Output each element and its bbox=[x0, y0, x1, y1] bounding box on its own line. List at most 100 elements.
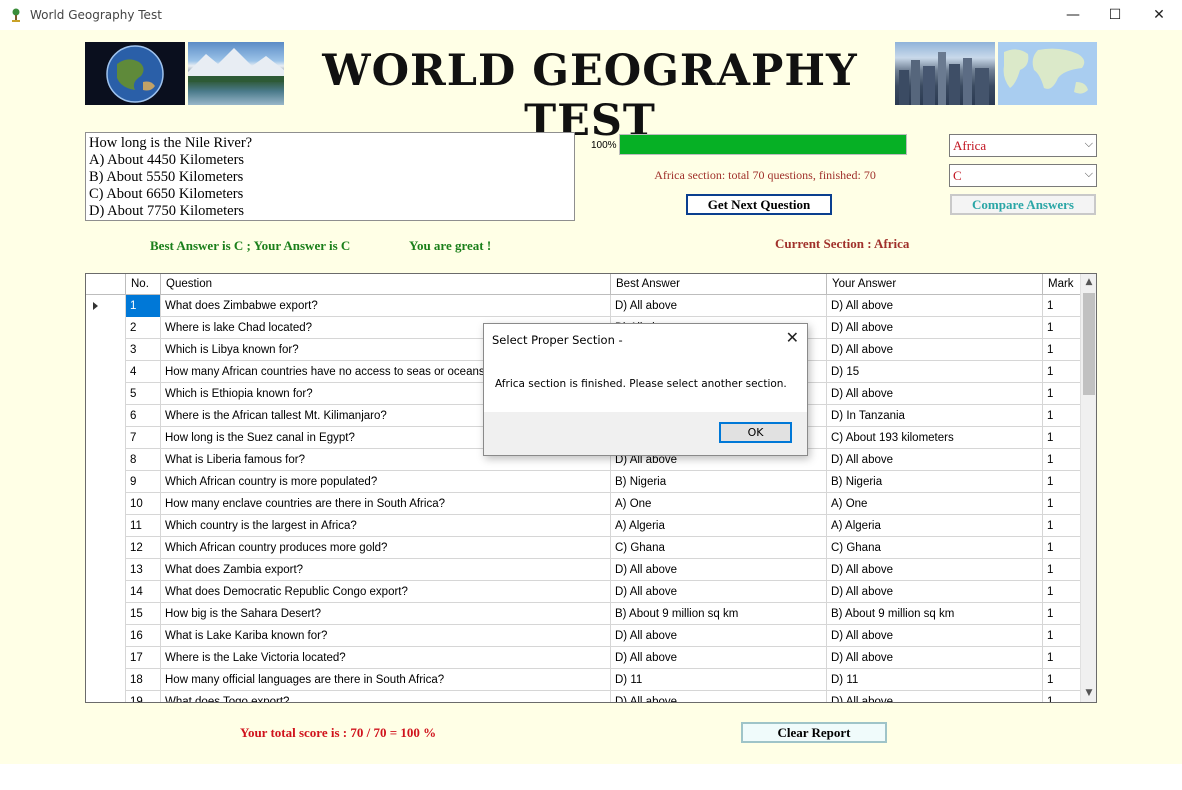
scroll-thumb[interactable] bbox=[1083, 293, 1095, 395]
cell-your-answer[interactable]: C) Ghana bbox=[827, 537, 1043, 559]
cell-no[interactable]: 10 bbox=[126, 493, 161, 515]
cell-mark[interactable]: 1 bbox=[1043, 669, 1081, 691]
row-selector[interactable] bbox=[86, 361, 126, 383]
cell-your-answer[interactable]: D) All above bbox=[827, 691, 1043, 702]
row-selector[interactable] bbox=[86, 471, 126, 493]
cell-your-answer[interactable]: A) Algeria bbox=[827, 515, 1043, 537]
table-row[interactable]: 1 What does Zimbabwe export? D) All above D… bbox=[86, 295, 1081, 317]
cell-mark[interactable]: 1 bbox=[1043, 361, 1081, 383]
table-row[interactable]: 16 What is Lake Kariba known for? D) All a… bbox=[86, 625, 1081, 647]
row-selector[interactable] bbox=[86, 603, 126, 625]
column-header-question[interactable]: Question bbox=[161, 274, 611, 295]
dialog-close-icon[interactable]: ✕ bbox=[786, 328, 799, 347]
cell-question[interactable]: What does Zambia export? bbox=[161, 559, 611, 581]
cell-mark[interactable]: 1 bbox=[1043, 603, 1081, 625]
table-row[interactable]: 10 How many enclave countries are there i… bbox=[86, 493, 1081, 515]
cell-your-answer[interactable]: D) In Tanzania bbox=[827, 405, 1043, 427]
clear-report-button[interactable]: Clear Report bbox=[741, 722, 887, 743]
cell-mark[interactable]: 1 bbox=[1043, 471, 1081, 493]
cell-mark[interactable]: 1 bbox=[1043, 581, 1081, 603]
cell-mark[interactable]: 1 bbox=[1043, 625, 1081, 647]
section-dropdown[interactable]: Africa ⌵ bbox=[949, 134, 1097, 157]
cell-your-answer[interactable]: D) All above bbox=[827, 559, 1043, 581]
cell-mark[interactable]: 1 bbox=[1043, 537, 1081, 559]
row-selector[interactable] bbox=[86, 449, 126, 471]
cell-your-answer[interactable]: D) All above bbox=[827, 647, 1043, 669]
cell-no[interactable]: 19 bbox=[126, 691, 161, 702]
row-selector[interactable] bbox=[86, 493, 126, 515]
cell-no[interactable]: 6 bbox=[126, 405, 161, 427]
column-header-no[interactable]: No. bbox=[126, 274, 161, 295]
cell-best-answer[interactable]: D) 11 bbox=[611, 669, 827, 691]
cell-mark[interactable]: 1 bbox=[1043, 405, 1081, 427]
cell-mark[interactable]: 1 bbox=[1043, 515, 1081, 537]
cell-best-answer[interactable]: D) All above bbox=[611, 625, 827, 647]
close-button[interactable]: ✕ bbox=[1136, 0, 1182, 30]
cell-your-answer[interactable]: A) One bbox=[827, 493, 1043, 515]
cell-mark[interactable]: 1 bbox=[1043, 647, 1081, 669]
row-selector[interactable] bbox=[86, 383, 126, 405]
cell-best-answer[interactable]: B) Nigeria bbox=[611, 471, 827, 493]
cell-your-answer[interactable]: B) Nigeria bbox=[827, 471, 1043, 493]
cell-mark[interactable]: 1 bbox=[1043, 339, 1081, 361]
cell-your-answer[interactable]: D) All above bbox=[827, 383, 1043, 405]
cell-best-answer[interactable]: D) All above bbox=[611, 559, 827, 581]
cell-question[interactable]: How big is the Sahara Desert? bbox=[161, 603, 611, 625]
row-selector[interactable] bbox=[86, 427, 126, 449]
scroll-down-icon[interactable]: ▼ bbox=[1081, 685, 1096, 702]
cell-your-answer[interactable]: B) About 9 million sq km bbox=[827, 603, 1043, 625]
cell-no[interactable]: 1 bbox=[126, 295, 161, 317]
cell-no[interactable]: 16 bbox=[126, 625, 161, 647]
vertical-scrollbar[interactable]: ▲ ▼ bbox=[1080, 274, 1096, 702]
column-header-your-answer[interactable]: Your Answer bbox=[827, 274, 1043, 295]
minimize-button[interactable]: — bbox=[1050, 0, 1096, 30]
cell-no[interactable]: 5 bbox=[126, 383, 161, 405]
cell-question[interactable]: What is Lake Kariba known for? bbox=[161, 625, 611, 647]
cell-your-answer[interactable]: D) All above bbox=[827, 625, 1043, 647]
get-next-question-button[interactable]: Get Next Question bbox=[686, 194, 832, 215]
row-selector[interactable] bbox=[86, 669, 126, 691]
cell-no[interactable]: 18 bbox=[126, 669, 161, 691]
cell-mark[interactable]: 1 bbox=[1043, 295, 1081, 317]
cell-your-answer[interactable]: D) All above bbox=[827, 295, 1043, 317]
cell-no[interactable]: 9 bbox=[126, 471, 161, 493]
row-selector[interactable] bbox=[86, 581, 126, 603]
row-selector[interactable] bbox=[86, 647, 126, 669]
maximize-button[interactable]: ☐ bbox=[1092, 0, 1138, 30]
table-row[interactable]: 13 What does Zambia export? D) All above D)… bbox=[86, 559, 1081, 581]
cell-mark[interactable]: 1 bbox=[1043, 449, 1081, 471]
cell-mark[interactable]: 1 bbox=[1043, 427, 1081, 449]
cell-your-answer[interactable]: D) 15 bbox=[827, 361, 1043, 383]
cell-no[interactable]: 7 bbox=[126, 427, 161, 449]
cell-question[interactable]: How many official languages are there in… bbox=[161, 669, 611, 691]
table-row[interactable]: 15 How big is the Sahara Desert? B) About … bbox=[86, 603, 1081, 625]
cell-no[interactable]: 4 bbox=[126, 361, 161, 383]
cell-your-answer[interactable]: C) About 193 kilometers bbox=[827, 427, 1043, 449]
cell-question[interactable]: Which African country produces more gold… bbox=[161, 537, 611, 559]
cell-best-answer[interactable]: D) All above bbox=[611, 581, 827, 603]
row-selector[interactable] bbox=[86, 295, 126, 317]
cell-question[interactable]: How many enclave countries are there in … bbox=[161, 493, 611, 515]
row-selector[interactable] bbox=[86, 559, 126, 581]
cell-no[interactable]: 15 bbox=[126, 603, 161, 625]
table-row[interactable]: 11 Which country is the largest in Africa… bbox=[86, 515, 1081, 537]
cell-your-answer[interactable]: D) All above bbox=[827, 339, 1043, 361]
cell-mark[interactable]: 1 bbox=[1043, 559, 1081, 581]
cell-no[interactable]: 12 bbox=[126, 537, 161, 559]
table-row[interactable]: 12 Which African country produces more go… bbox=[86, 537, 1081, 559]
cell-question[interactable]: Which African country is more populated? bbox=[161, 471, 611, 493]
cell-best-answer[interactable]: A) Algeria bbox=[611, 515, 827, 537]
row-selector[interactable] bbox=[86, 317, 126, 339]
cell-question[interactable]: What does Togo export? bbox=[161, 691, 611, 702]
cell-your-answer[interactable]: D) All above bbox=[827, 317, 1043, 339]
cell-question[interactable]: Which country is the largest in Africa? bbox=[161, 515, 611, 537]
cell-mark[interactable]: 1 bbox=[1043, 493, 1081, 515]
cell-no[interactable]: 8 bbox=[126, 449, 161, 471]
cell-no[interactable]: 13 bbox=[126, 559, 161, 581]
column-header-mark[interactable]: Mark bbox=[1043, 274, 1081, 295]
cell-best-answer[interactable]: D) All above bbox=[611, 647, 827, 669]
cell-best-answer[interactable]: B) About 9 million sq km bbox=[611, 603, 827, 625]
row-selector[interactable] bbox=[86, 405, 126, 427]
scroll-up-icon[interactable]: ▲ bbox=[1081, 274, 1096, 291]
cell-question[interactable]: Where is the Lake Victoria located? bbox=[161, 647, 611, 669]
